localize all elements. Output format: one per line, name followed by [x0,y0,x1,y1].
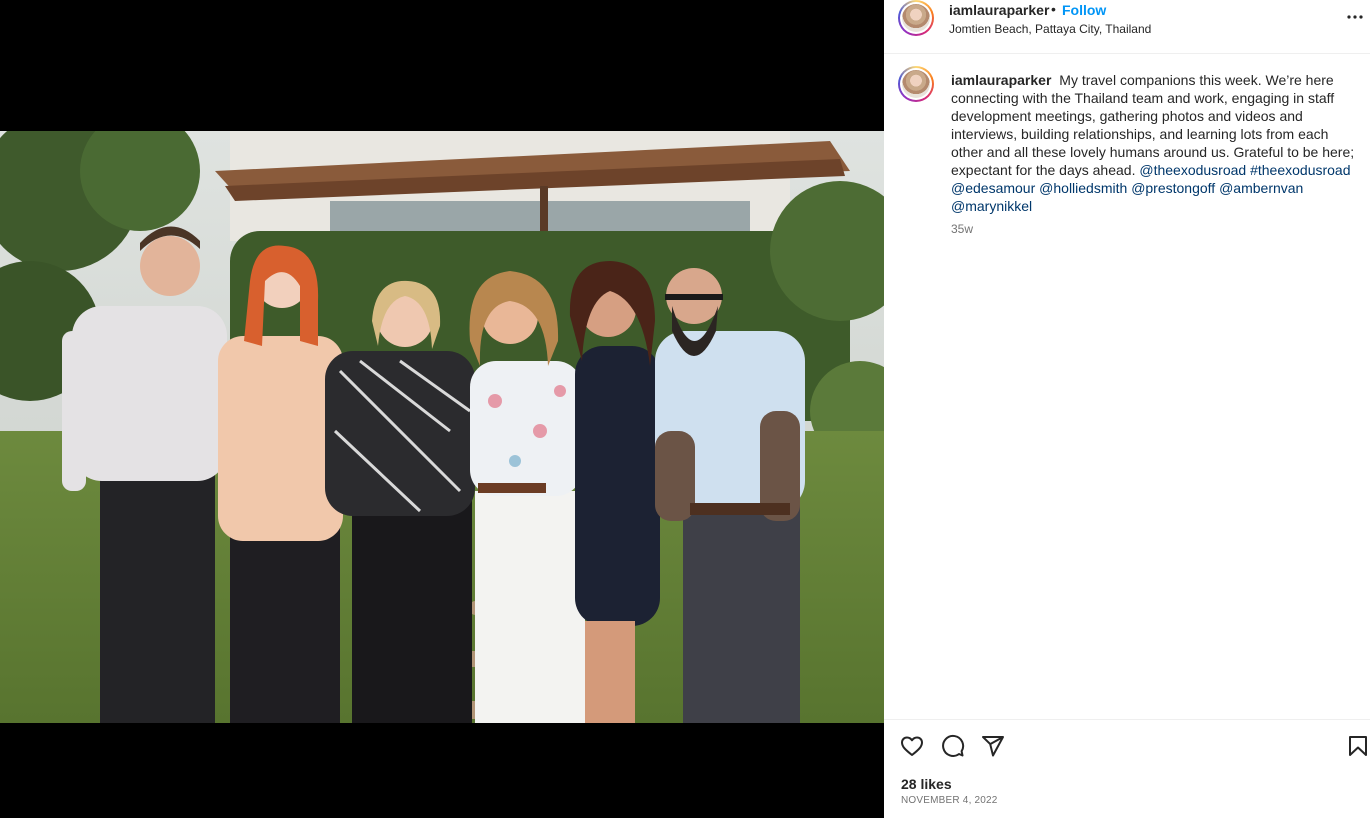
author-avatar[interactable] [898,0,934,36]
post-caption: iamlauraparker My travel companions this… [951,71,1356,215]
caption-tag[interactable]: @holliedsmith [1039,180,1127,196]
post-location[interactable]: Jomtien Beach, Pattaya City, Thailand [949,22,1151,36]
caption-tag[interactable]: @ambernvan [1219,180,1303,196]
header-divider [884,53,1370,54]
post-date: NOVEMBER 4, 2022 [901,795,998,806]
caption-age[interactable]: 35w [951,222,973,236]
caption-tag[interactable]: @prestongoff [1131,180,1215,196]
author-username[interactable]: iamlauraparker [949,2,1049,18]
likes-count[interactable]: 28 likes [901,776,952,792]
caption-tag[interactable]: @edesamour [951,180,1035,196]
more-options-icon[interactable] [1346,8,1364,26]
actions-divider [884,719,1370,720]
comment-icon[interactable] [941,734,965,758]
caption-username[interactable]: iamlauraparker [951,72,1051,88]
caption-tag[interactable]: @theexodusroad [1139,162,1246,178]
bookmark-icon[interactable] [1346,734,1370,758]
post-media [0,0,884,818]
post-photo[interactable] [0,131,884,723]
heart-icon[interactable] [900,734,924,758]
header-separator: • [1051,1,1056,17]
caption-tag[interactable]: #theexodusroad [1250,162,1350,178]
caption-author-avatar[interactable] [898,66,934,102]
caption-tag[interactable]: @marynikkel [951,198,1032,214]
share-icon[interactable] [981,734,1005,758]
group-photo-image [0,131,884,723]
follow-button[interactable]: Follow [1062,2,1106,18]
post-side-panel: iamlauraparker • Follow Jomtien Beach, P… [884,0,1370,818]
